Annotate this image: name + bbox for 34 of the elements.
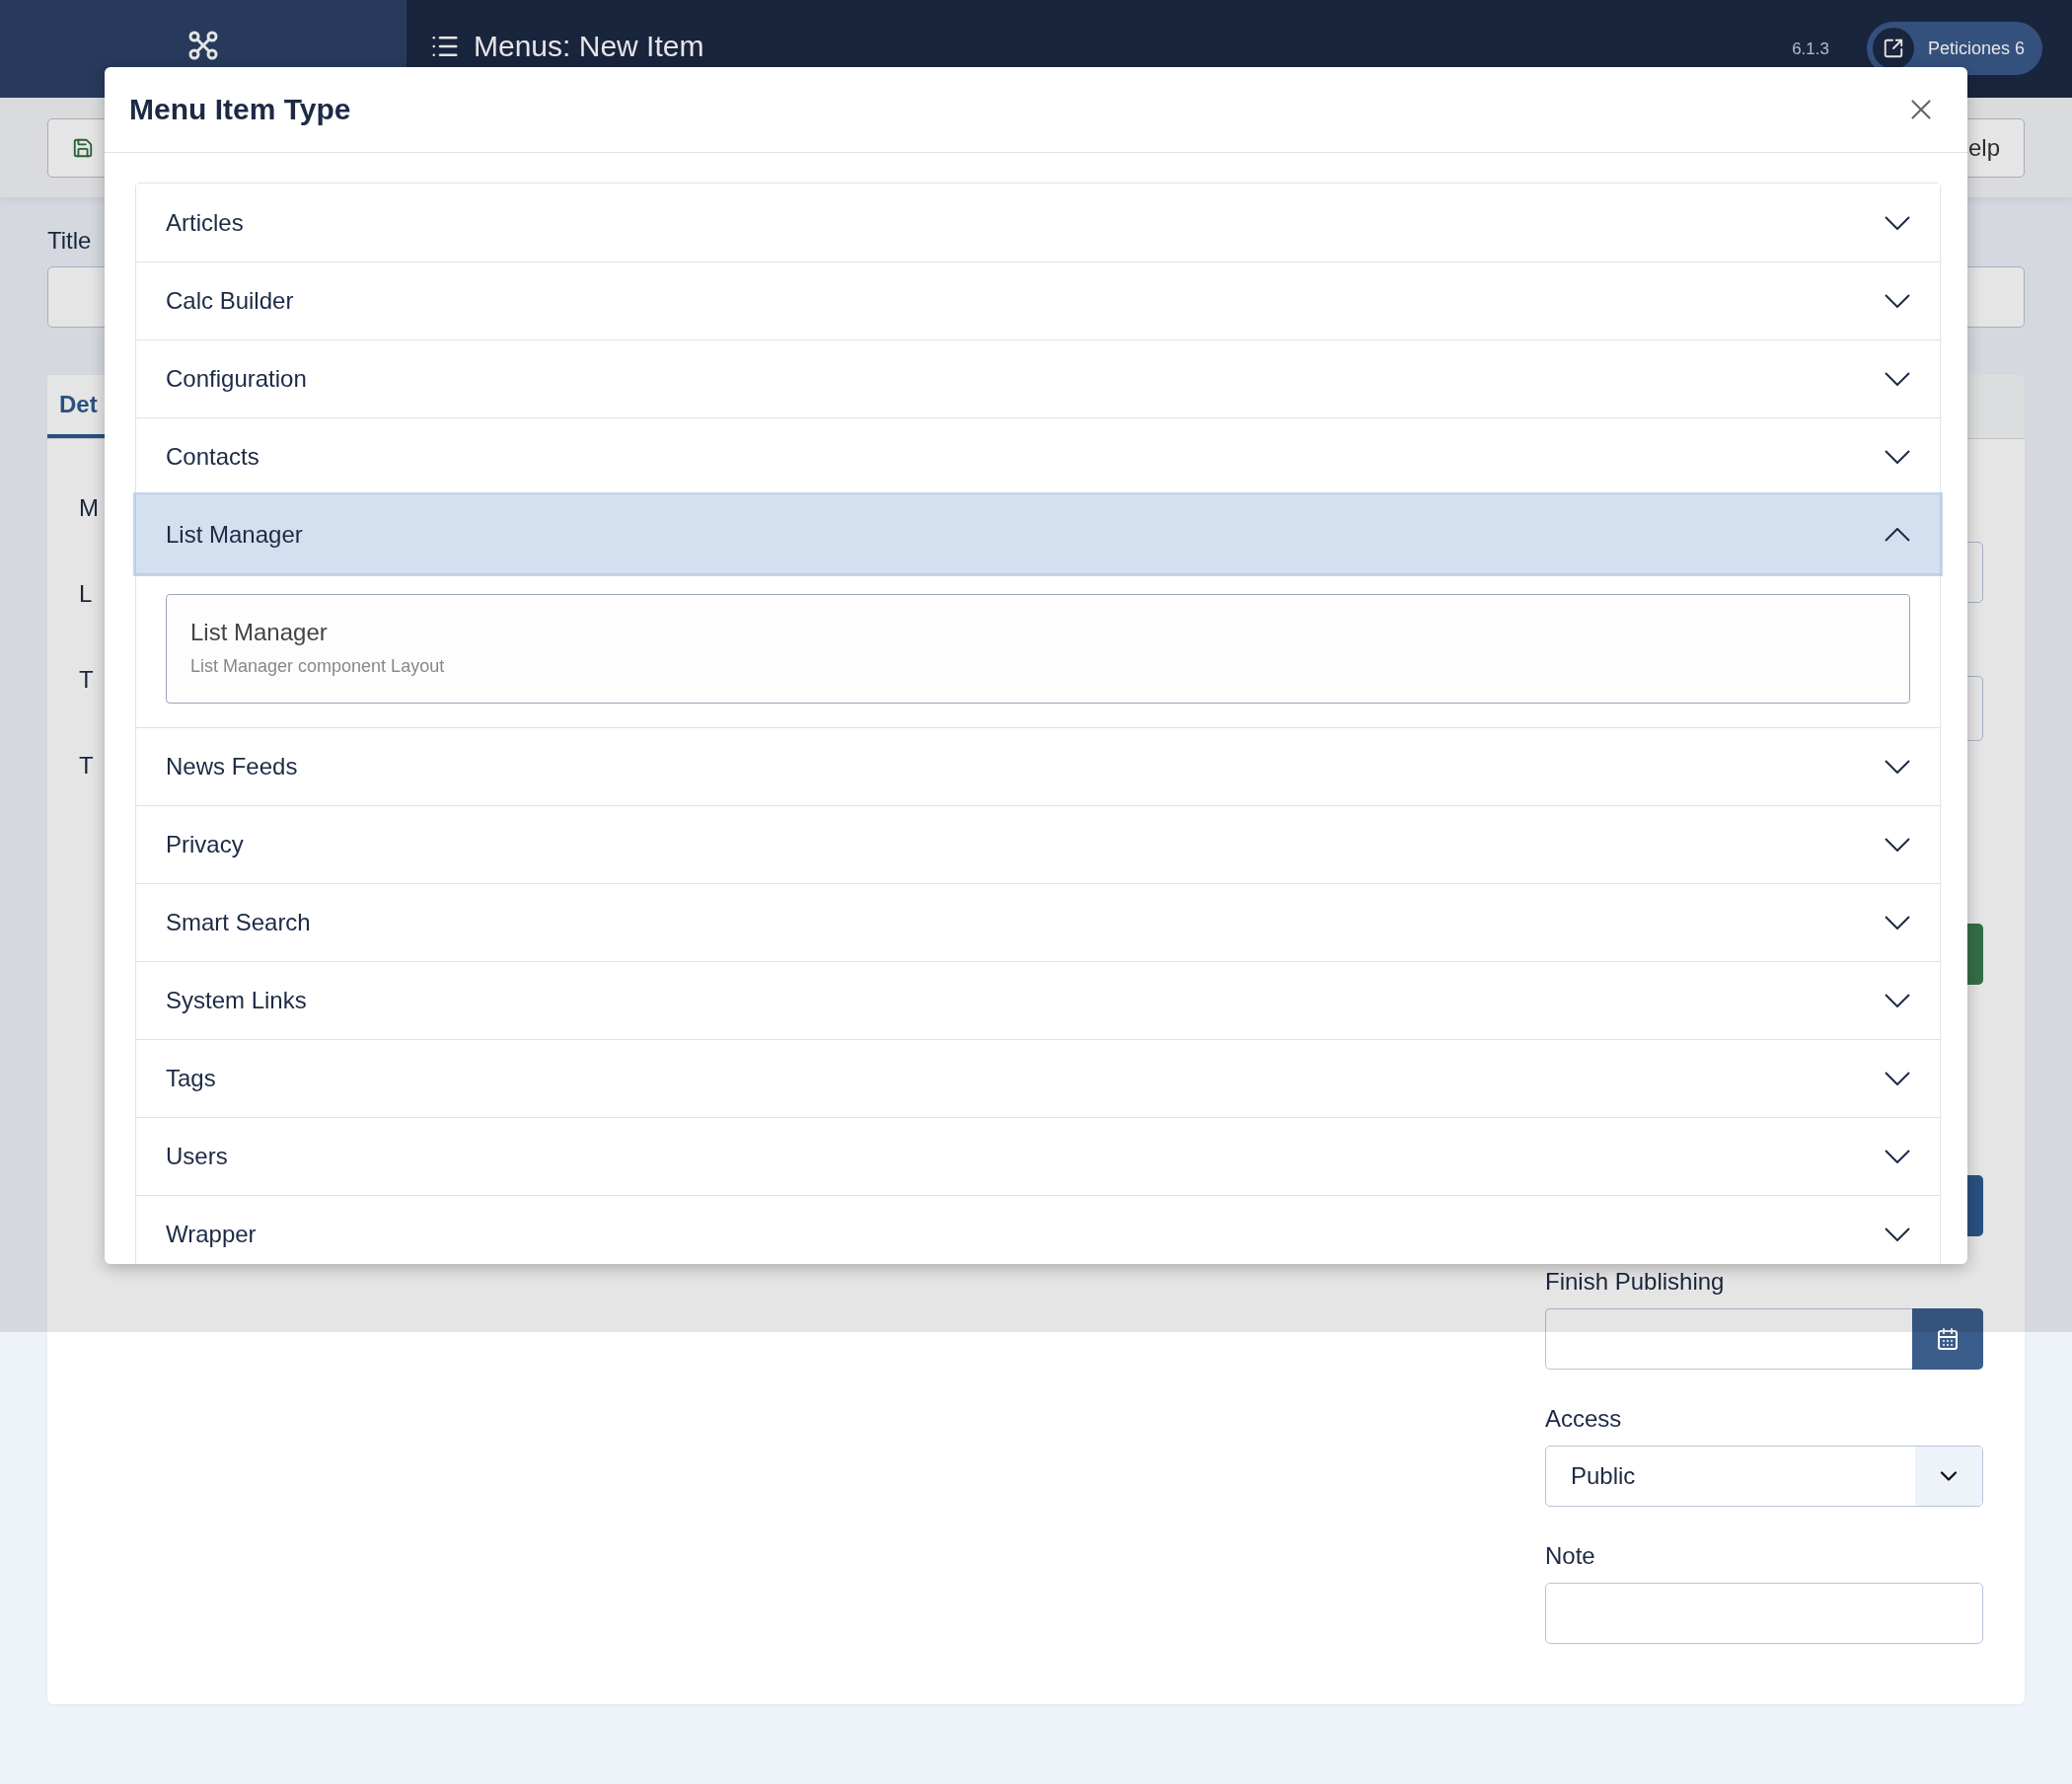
logo-icon[interactable] [187,30,219,61]
note-label: Note [1545,1542,1596,1570]
field-label: T [79,752,95,779]
access-label: Access [1545,1405,1623,1433]
title-label: Title [47,227,93,255]
chevron-down-icon [1885,450,1910,464]
save-icon [72,136,94,159]
calendar-icon [1936,1327,1960,1351]
chevron-down-icon [1885,372,1910,386]
field-label: M [79,494,99,521]
chevron-down-icon [1885,1150,1910,1163]
chevron-down-icon [1885,838,1910,852]
calendar-button[interactable] [1912,1308,1983,1370]
note-input[interactable] [1545,1583,1983,1644]
chevron-down-icon [1885,994,1910,1007]
page-title: Menus: New Item [474,30,704,63]
chevron-down-icon [1885,760,1910,774]
chevron-down-icon [1885,1227,1910,1241]
chevron-down-icon [1885,1072,1910,1085]
chevron-down-icon [1885,294,1910,308]
menu-type-option[interactable]: List Manager List Manager component Layout [166,594,1910,704]
accordion-header[interactable]: Wrapper [136,1195,1940,1264]
finish-publishing-label: Finish Publishing [1545,1268,1726,1296]
modal-title: Menu Item Type [129,93,351,126]
date-input[interactable] [1545,1308,1912,1370]
field-label: L [79,580,94,607]
access-select[interactable]: Public [1545,1446,1983,1507]
chevron-down-icon [1885,916,1910,929]
version-label[interactable]: 6.1.3 [1792,39,1829,59]
accordion-header[interactable]: List Manager [136,495,1940,573]
chevron-down-icon [1885,215,1910,230]
user-menu-button[interactable]: Peticiones 6 [1866,22,2042,75]
chevron-up-icon [1885,528,1910,542]
field-label: T [79,666,95,693]
